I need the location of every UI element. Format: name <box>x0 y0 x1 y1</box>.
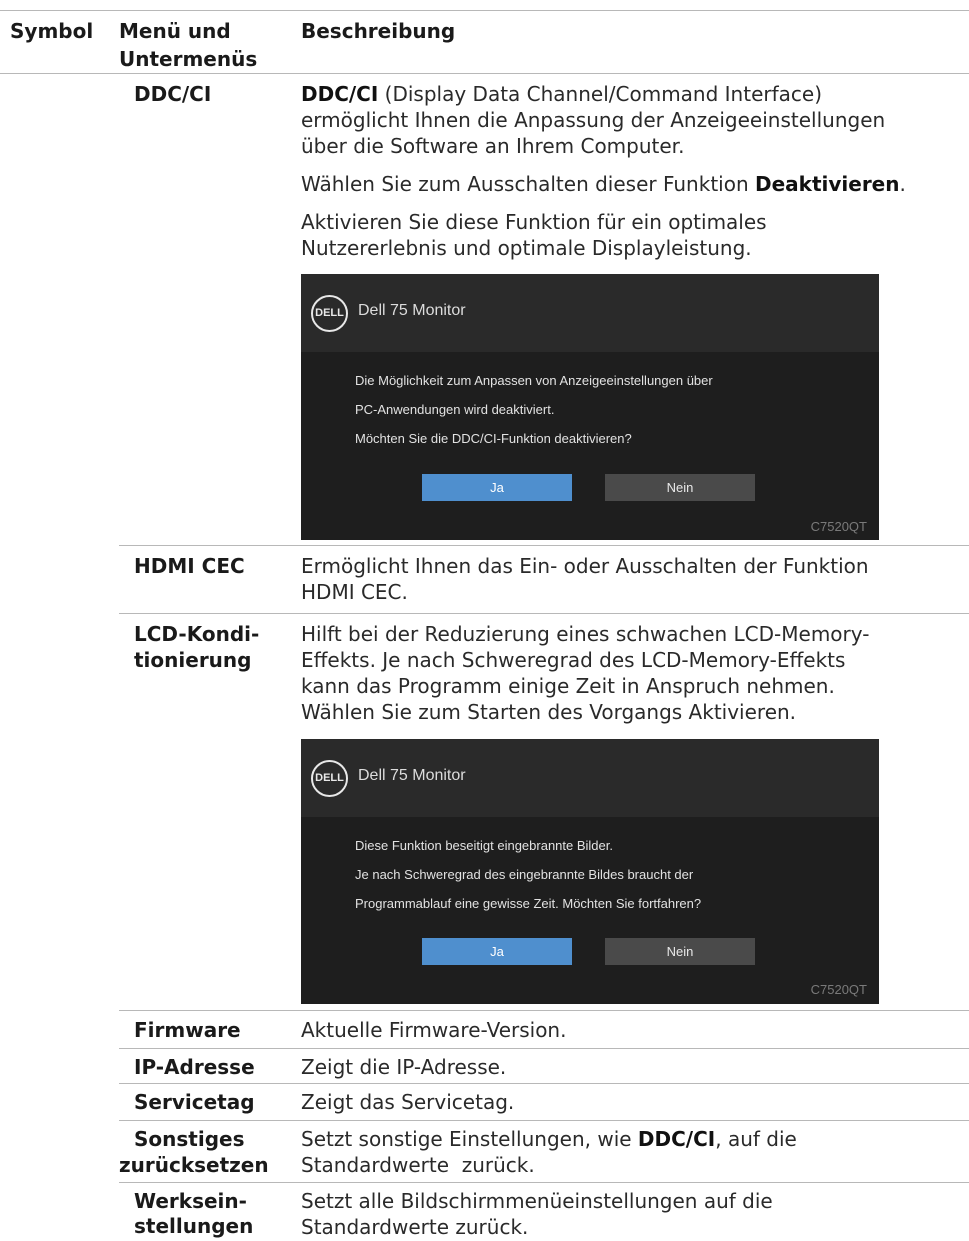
desc-servicetag: Zeigt das Servicetag. <box>301 1090 515 1114</box>
lcd-line4: Wählen Sie zum Starten des Vorgangs Akti… <box>301 700 797 724</box>
other-reset-line2: Standardwerte zurück. <box>301 1153 535 1177</box>
no-button[interactable]: Nein <box>605 938 755 965</box>
header-bottom-rule <box>0 73 969 74</box>
ddcci-p3-line2: Nutzererlebnis und optimale Displayleist… <box>301 236 752 260</box>
lcd-line1: Hilft bei der Reduzierung eines schwache… <box>301 622 870 646</box>
osd-title: Dell 75 Monitor <box>358 302 466 319</box>
other-reset-bold: DDC/CI <box>637 1127 716 1151</box>
other-reset-pre: Setzt sonstige Einstellungen, wie <box>301 1127 638 1151</box>
factory-reset-line2: Standardwerte zurück. <box>301 1215 529 1239</box>
lcd-osd-dialog: DELL Dell 75 Monitor Diese Funktion bese… <box>301 739 879 1004</box>
term-lcd-line2: tionierung <box>134 648 252 672</box>
lcd-line3: kann das Programm einige Zeit in Anspruc… <box>301 674 835 698</box>
dell-logo: DELL <box>311 295 348 332</box>
yes-button[interactable]: Ja <box>422 474 572 501</box>
row-rule <box>119 1010 969 1011</box>
dell-logo: DELL <box>311 760 348 797</box>
yes-button[interactable]: Ja <box>422 938 572 965</box>
osd-message-line: PC-Anwendungen wird deaktiviert. <box>355 402 555 417</box>
row-rule <box>119 613 969 614</box>
no-button[interactable]: Nein <box>605 474 755 501</box>
desc-ddcci: DDC/CI (Display Data Channel/Command Int… <box>301 81 961 261</box>
table-top-rule <box>0 10 969 11</box>
term-factory-reset-line2: stellungen <box>134 1214 254 1238</box>
osd-body: Diese Funktion beseitigt eingebrannte Bi… <box>301 817 879 1004</box>
osd-message-line: Die Möglichkeit zum Anpassen von Anzeige… <box>355 373 713 388</box>
model-label: C7520QT <box>810 982 867 997</box>
lcd-line2: Effekts. Je nach Schweregrad des LCD-Mem… <box>301 648 846 672</box>
desc-hdmi-cec: Ermöglicht Ihnen das Ein- oder Ausschalt… <box>301 553 961 605</box>
hdmi-cec-line1: Ermöglicht Ihnen das Ein- oder Ausschalt… <box>301 554 869 578</box>
ddcci-p2-bold: Deaktivieren <box>754 172 900 196</box>
osd-titlebar: DELL Dell 75 Monitor <box>301 274 879 352</box>
desc-factory-reset: Setzt alle Bildschirmmenüeinstellungen a… <box>301 1188 961 1240</box>
header-menu-line1: Menü und <box>119 19 231 43</box>
osd-body: Die Möglichkeit zum Anpassen von Anzeige… <box>301 352 879 540</box>
ddcci-p3-line1: Aktivieren Sie diese Funktion für ein op… <box>301 210 767 234</box>
header-description: Beschreibung <box>301 19 456 43</box>
term-firmware: Firmware <box>134 1018 241 1042</box>
term-lcd-line1: LCD-Kondi- <box>134 622 260 646</box>
ddcci-p2-pre: Wählen Sie zum Ausschalten dieser Funkti… <box>301 172 755 196</box>
term-ip-address: IP-Adresse <box>134 1055 255 1079</box>
header-symbol: Symbol <box>10 19 94 43</box>
row-rule <box>119 1083 969 1084</box>
model-label: C7520QT <box>810 519 867 534</box>
term-other-reset-line2: zurücksetzen <box>119 1153 269 1177</box>
osd-message-line: Je nach Schweregrad des eingebrannte Bil… <box>355 867 694 882</box>
desc-lcd: Hilft bei der Reduzierung eines schwache… <box>301 621 961 725</box>
term-other-reset-line1: Sonstiges <box>134 1127 245 1151</box>
desc-firmware: Aktuelle Firmware-Version. <box>301 1018 567 1042</box>
term-ddcci: DDC/CI <box>134 82 212 106</box>
term-hdmi-cec: HDMI CEC <box>134 554 245 578</box>
ddcci-p1-line3: über die Software an Ihrem Computer. <box>301 134 685 158</box>
ddcci-p1-line2: ermöglicht Ihnen die Anpassung der Anzei… <box>301 108 886 132</box>
row-rule <box>119 545 969 546</box>
ddcci-p1-rest: (Display Data Channel/Command Interface) <box>378 82 823 106</box>
header-menu-line2: Untermenüs <box>119 47 258 71</box>
ddcci-bold: DDC/CI <box>301 82 379 106</box>
osd-message-line: Diese Funktion beseitigt eingebrannte Bi… <box>355 838 613 853</box>
row-rule <box>119 1182 969 1183</box>
osd-title: Dell 75 Monitor <box>358 767 466 784</box>
term-servicetag: Servicetag <box>134 1090 255 1114</box>
osd-message-line: Programmablauf eine gewisse Zeit. Möchte… <box>355 896 702 911</box>
other-reset-post: , auf die <box>715 1127 797 1151</box>
osd-message-line: Möchten Sie die DDC/CI-Funktion deaktivi… <box>355 431 632 446</box>
row-rule <box>119 1048 969 1049</box>
factory-reset-line1: Setzt alle Bildschirmmenüeinstellungen a… <box>301 1189 773 1213</box>
hdmi-cec-line2: HDMI CEC. <box>301 580 408 604</box>
row-rule <box>119 1120 969 1121</box>
desc-other-reset: Setzt sonstige Einstellungen, wie DDC/CI… <box>301 1126 961 1178</box>
ddcci-p2-post: . <box>899 172 906 196</box>
term-factory-reset-line1: Werksein- <box>134 1189 247 1213</box>
ddcci-osd-dialog: DELL Dell 75 Monitor Die Möglichkeit zum… <box>301 274 879 540</box>
desc-ip-address: Zeigt die IP-Adresse. <box>301 1055 507 1079</box>
osd-titlebar: DELL Dell 75 Monitor <box>301 739 879 817</box>
